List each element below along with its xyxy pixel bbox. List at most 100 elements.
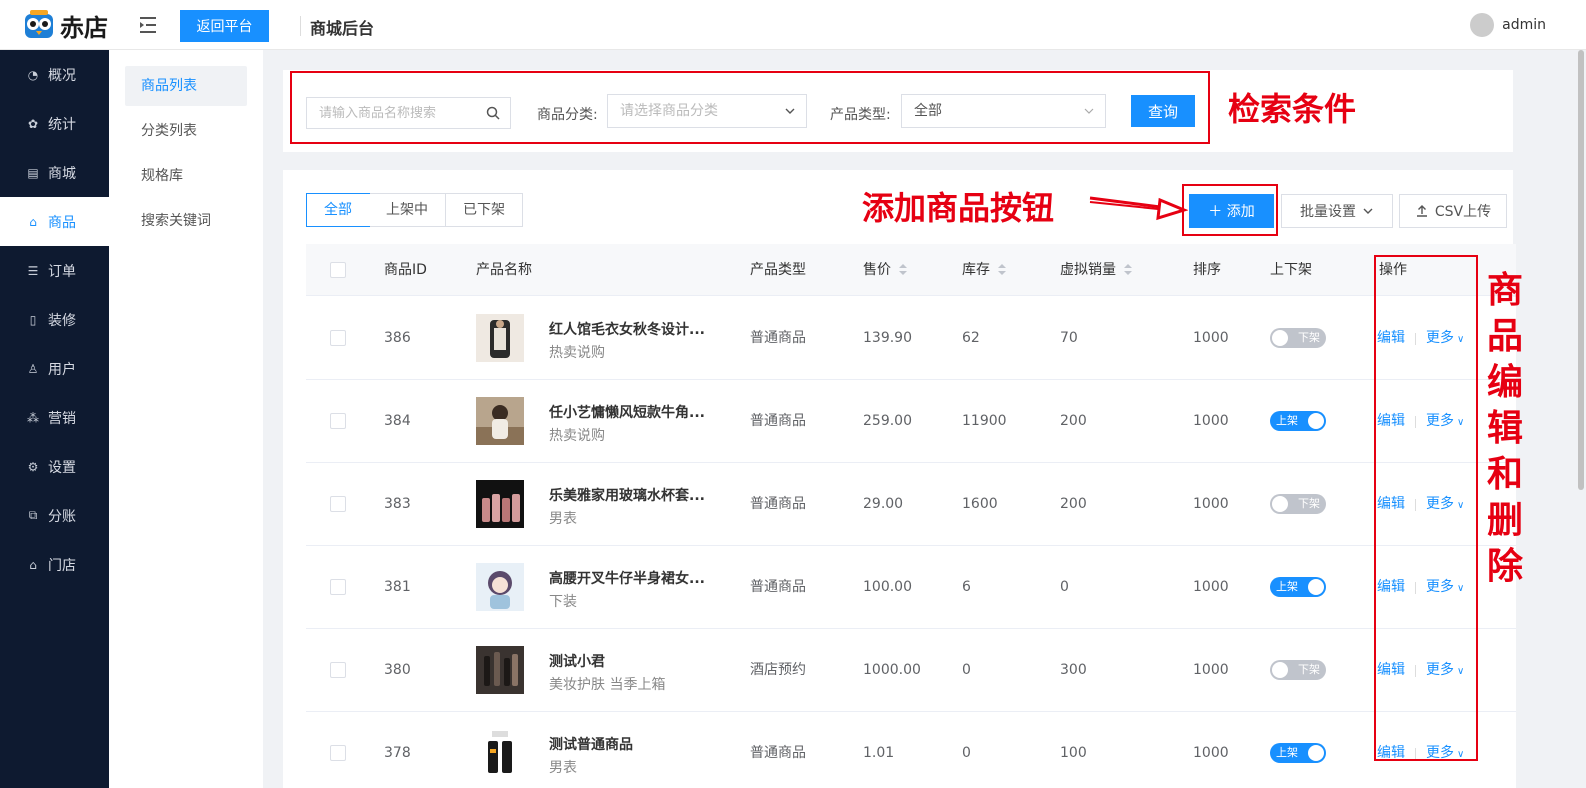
row-checkbox[interactable] [330,579,346,595]
sort-icon[interactable] [1124,264,1132,276]
row-virtual-sales: 200 [1060,413,1087,429]
logo-text: 赤店 [60,13,108,42]
menu-collapse-icon[interactable] [138,14,158,36]
product-thumbnail[interactable] [476,563,524,611]
batch-settings-button[interactable]: 批量设置 [1281,194,1393,228]
sidebar-item-overview[interactable]: ◔ 概况 [0,50,109,99]
sidebar-item-split[interactable]: ⧉ 分账 [0,491,109,540]
sidebar-item-users[interactable]: ♙ 用户 [0,344,109,393]
header-status: 上下架 [1270,262,1312,278]
product-category: 美妆护肤 当季上箱 [549,677,666,693]
header-virtual-sales[interactable]: 虚拟销量 [1060,244,1132,296]
sidebar-item-marketing[interactable]: ⁂ 营销 [0,393,109,442]
submenu-item-category-list[interactable]: 分类列表 [125,111,247,151]
header-stock-label: 库存 [962,262,990,278]
status-toggle[interactable]: 下架 [1270,328,1326,348]
ops-annotation-char: 编 [1487,362,1524,403]
row-virtual-sales: 70 [1060,330,1078,346]
row-virtual-sales: 100 [1060,745,1087,761]
row-sort: 1000 [1193,330,1229,346]
row-type: 普通商品 [750,330,806,346]
status-toggle[interactable]: 下架 [1270,660,1326,680]
row-price: 139.90 [863,330,912,346]
product-name: 红人馆毛衣女秋冬设计... [549,322,705,338]
settings-icon: ⚙ [27,459,39,474]
back-to-platform-button[interactable]: 返回平台 [180,10,269,42]
ops-annotation-char: 删 [1487,500,1524,541]
row-sort: 1000 [1193,662,1229,678]
row-checkbox[interactable] [330,413,346,429]
submenu-item-search-keywords[interactable]: 搜索关键词 [125,201,247,241]
product-thumbnail[interactable] [476,397,524,445]
header-name: 产品名称 [476,262,532,278]
sidebar-item-decorate[interactable]: ▯ 装修 [0,295,109,344]
product-thumbnail[interactable] [476,646,524,694]
marketing-icon: ⁂ [27,410,39,425]
sidebar-item-label: 门店 [48,557,76,574]
row-sort: 1000 [1193,579,1229,595]
chevron-down-icon [1363,208,1373,214]
row-checkbox[interactable] [330,496,346,512]
header-price[interactable]: 售价 [863,244,907,296]
table-row: 383 乐美雅家用玻璃水杯套... 男表 普通商品 29.00 1600 200… [306,463,1516,546]
product-thumbnail[interactable] [476,480,524,528]
status-toggle[interactable]: 下架 [1270,494,1326,514]
sidebar-item-stats[interactable]: ✿ 统计 [0,99,109,148]
product-name: 测试小君 [549,654,605,670]
logo[interactable]: 赤店 [22,8,108,42]
product-name: 测试普通商品 [549,737,633,753]
product-category: 热卖说购 [549,345,605,361]
sidebar-item-store[interactable]: ⌂ 门店 [0,540,109,589]
status-toggle[interactable]: 上架 [1270,411,1326,431]
row-checkbox[interactable] [330,662,346,678]
tab-off-sale[interactable]: 已下架 [446,194,522,226]
user-icon: ♙ [27,361,39,376]
store-icon: ⌂ [29,557,37,572]
sidebar-item-settings[interactable]: ⚙ 设置 [0,442,109,491]
user-name: admin [1502,17,1546,33]
sidebar-item-orders[interactable]: ☰ 订单 [0,246,109,295]
ops-annotation-char: 商 [1487,270,1524,311]
sidebar-item-label: 商品 [48,214,76,231]
product-category: 男表 [549,760,577,776]
product-thumbnail[interactable] [476,729,524,777]
row-sort: 1000 [1193,745,1229,761]
avatar [1470,13,1495,37]
row-id: 380 [384,662,411,678]
tab-on-sale[interactable]: 上架中 [369,194,446,226]
sidebar-item-mall[interactable]: ▤ 商城 [0,148,109,197]
add-annotation-text: 添加商品按钮 [862,189,1055,227]
sort-icon[interactable] [899,264,907,276]
row-stock: 6 [962,579,971,595]
row-type: 普通商品 [750,745,806,761]
mall-icon: ▤ [27,165,39,180]
header-stock[interactable]: 库存 [962,244,1006,296]
batch-button-label: 批量设置 [1300,204,1356,220]
row-id: 381 [384,579,411,595]
row-sort: 1000 [1193,413,1229,429]
row-checkbox[interactable] [330,330,346,346]
row-checkbox[interactable] [330,745,346,761]
csv-upload-button[interactable]: CSV上传 [1399,194,1507,228]
row-virtual-sales: 200 [1060,496,1087,512]
page-scrollbar[interactable] [1578,50,1584,490]
row-id: 386 [384,330,411,346]
submenu-item-spec-library[interactable]: 规格库 [125,156,247,196]
tab-all[interactable]: 全部 [306,193,370,227]
sidebar-item-label: 营销 [48,410,76,427]
product-name: 乐美雅家用玻璃水杯套... [549,488,705,504]
row-stock: 1600 [962,496,998,512]
sidebar-item-goods[interactable]: ⌂ 商品 [0,197,109,246]
user-menu[interactable]: admin [1470,13,1546,37]
sort-icon[interactable] [998,264,1006,276]
row-id: 384 [384,413,411,429]
status-toggle[interactable]: 上架 [1270,577,1326,597]
toggle-label: 上架 [1276,580,1298,593]
select-all-checkbox[interactable] [330,262,346,278]
sidebar-item-label: 概况 [48,67,76,84]
row-price: 1000.00 [863,662,921,678]
product-thumbnail[interactable] [476,314,524,362]
status-toggle[interactable]: 上架 [1270,743,1326,763]
product-name: 高腰开叉牛仔半身裙女... [549,571,705,587]
submenu-item-goods-list[interactable]: 商品列表 [125,66,247,106]
